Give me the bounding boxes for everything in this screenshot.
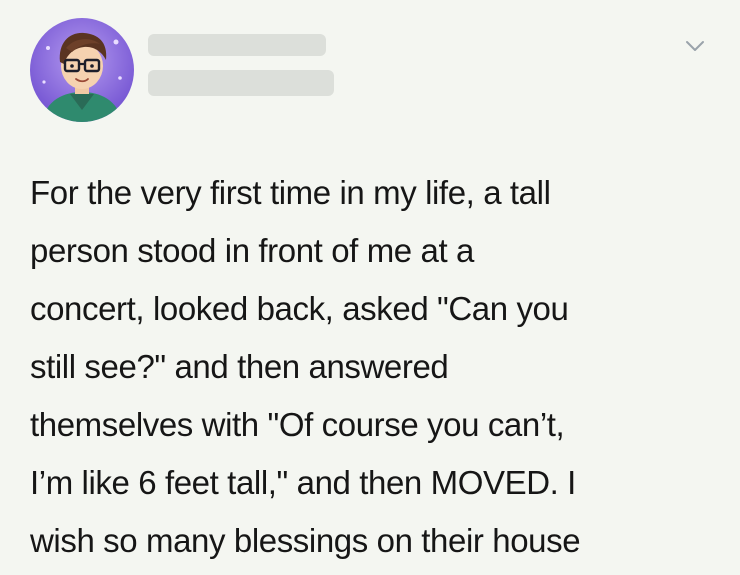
chevron-down-icon[interactable] xyxy=(682,36,708,56)
display-name-redacted xyxy=(148,34,326,56)
avatar[interactable] xyxy=(30,18,134,122)
username-redacted xyxy=(148,70,334,96)
avatar-illustration xyxy=(30,18,134,122)
tweet-text: For the very first time in my life, a ta… xyxy=(30,174,581,559)
tweet-card: For the very first time in my life, a ta… xyxy=(0,0,740,575)
